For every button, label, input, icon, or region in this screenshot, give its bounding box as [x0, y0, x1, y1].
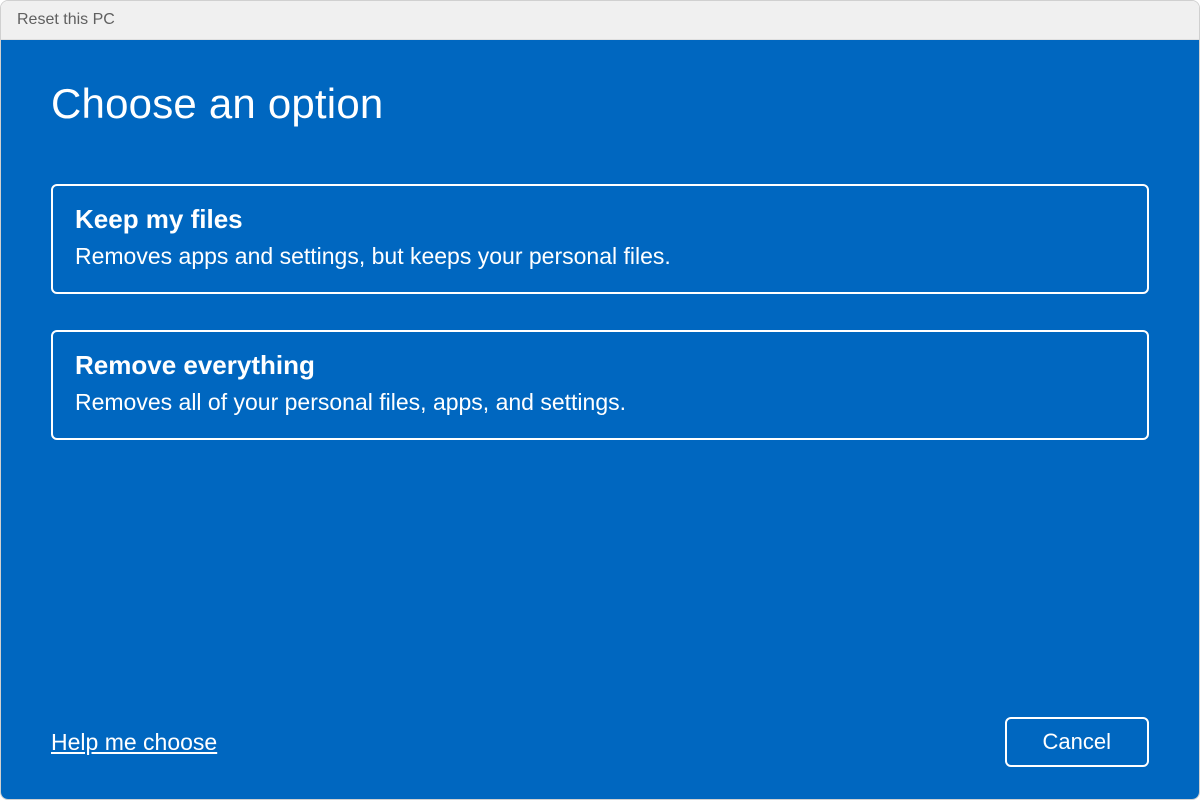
- reset-pc-window: Reset this PC Choose an option Keep my f…: [0, 0, 1200, 800]
- help-me-choose-link[interactable]: Help me choose: [51, 729, 217, 756]
- option-title: Keep my files: [75, 204, 1125, 235]
- cancel-button[interactable]: Cancel: [1005, 717, 1149, 767]
- option-title: Remove everything: [75, 350, 1125, 381]
- footer: Help me choose Cancel: [51, 717, 1149, 767]
- titlebar: Reset this PC: [1, 1, 1199, 40]
- option-description: Removes apps and settings, but keeps you…: [75, 241, 1125, 272]
- window-title: Reset this PC: [17, 11, 115, 28]
- page-title: Choose an option: [51, 80, 1149, 128]
- option-description: Removes all of your personal files, apps…: [75, 387, 1125, 418]
- content-area: Choose an option Keep my files Removes a…: [1, 40, 1199, 799]
- remove-everything-option[interactable]: Remove everything Removes all of your pe…: [51, 330, 1149, 440]
- keep-my-files-option[interactable]: Keep my files Removes apps and settings,…: [51, 184, 1149, 294]
- options-list: Keep my files Removes apps and settings,…: [51, 184, 1149, 440]
